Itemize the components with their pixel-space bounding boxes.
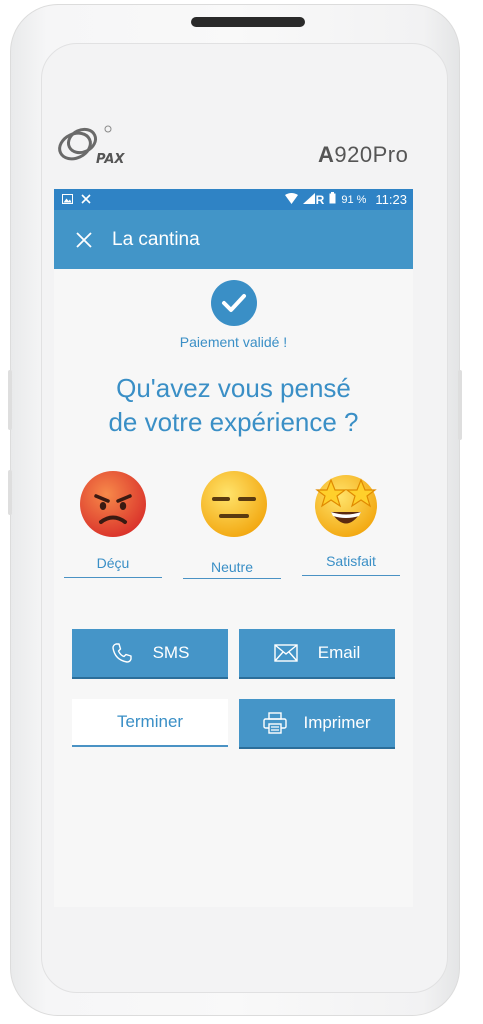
neutral-face-icon[interactable] bbox=[199, 469, 269, 539]
printer-icon bbox=[263, 712, 288, 734]
image-icon bbox=[62, 193, 73, 207]
app-title: La cantina bbox=[112, 228, 200, 250]
battery-level: 91 % bbox=[341, 193, 367, 206]
close-icon bbox=[76, 231, 92, 248]
mute-icon bbox=[81, 193, 91, 207]
phone-icon bbox=[111, 642, 133, 664]
star-struck-face-icon[interactable] bbox=[311, 469, 381, 539]
svg-text:PAX: PAX bbox=[96, 152, 125, 167]
app-bar: La cantina bbox=[54, 210, 413, 269]
survey-question-line1: Qu'avez vous pensé bbox=[116, 373, 351, 403]
print-button[interactable]: Imprimer bbox=[239, 699, 395, 747]
signal-label: R bbox=[315, 192, 325, 207]
close-button[interactable] bbox=[62, 210, 106, 269]
side-button bbox=[8, 470, 12, 515]
sms-button[interactable]: SMS bbox=[72, 629, 228, 677]
option-label: Neutre bbox=[210, 559, 254, 575]
option-satisfait[interactable]: Satisfait bbox=[302, 542, 400, 576]
signal-icon bbox=[302, 192, 315, 207]
option-label: Déçu bbox=[96, 555, 130, 571]
survey-question: Qu'avez vous pensé de votre expérience ? bbox=[54, 371, 413, 439]
terminal-screen: R 91 % 11:23 La cantina Paiement validé … bbox=[54, 189, 413, 907]
device-model-label: A920Pro bbox=[318, 142, 409, 167]
survey-question-line2: de votre expérience ? bbox=[108, 407, 359, 437]
angry-face-icon[interactable] bbox=[78, 469, 148, 539]
option-decu[interactable]: Déçu bbox=[64, 544, 162, 578]
option-neutre[interactable]: Neutre bbox=[183, 545, 281, 579]
pax-logo: PAX bbox=[55, 122, 150, 173]
wifi-icon bbox=[284, 192, 298, 207]
print-button-label: Imprimer bbox=[303, 713, 371, 732]
check-icon bbox=[211, 280, 257, 326]
side-button bbox=[8, 370, 12, 430]
email-button[interactable]: Email bbox=[239, 629, 395, 677]
envelope-icon bbox=[274, 644, 298, 662]
payment-status: Paiement validé ! bbox=[179, 334, 288, 350]
sms-button-label: SMS bbox=[152, 643, 190, 662]
email-button-label: Email bbox=[317, 643, 361, 662]
earpiece-speaker bbox=[191, 17, 305, 27]
battery-icon bbox=[329, 192, 336, 207]
side-button bbox=[458, 370, 462, 440]
finish-button[interactable]: Terminer bbox=[72, 699, 228, 747]
status-bar: R 91 % 11:23 bbox=[54, 189, 413, 210]
clock: 11:23 bbox=[375, 192, 407, 207]
option-label: Satisfait bbox=[326, 553, 376, 569]
finish-button-label: Terminer bbox=[116, 712, 184, 731]
